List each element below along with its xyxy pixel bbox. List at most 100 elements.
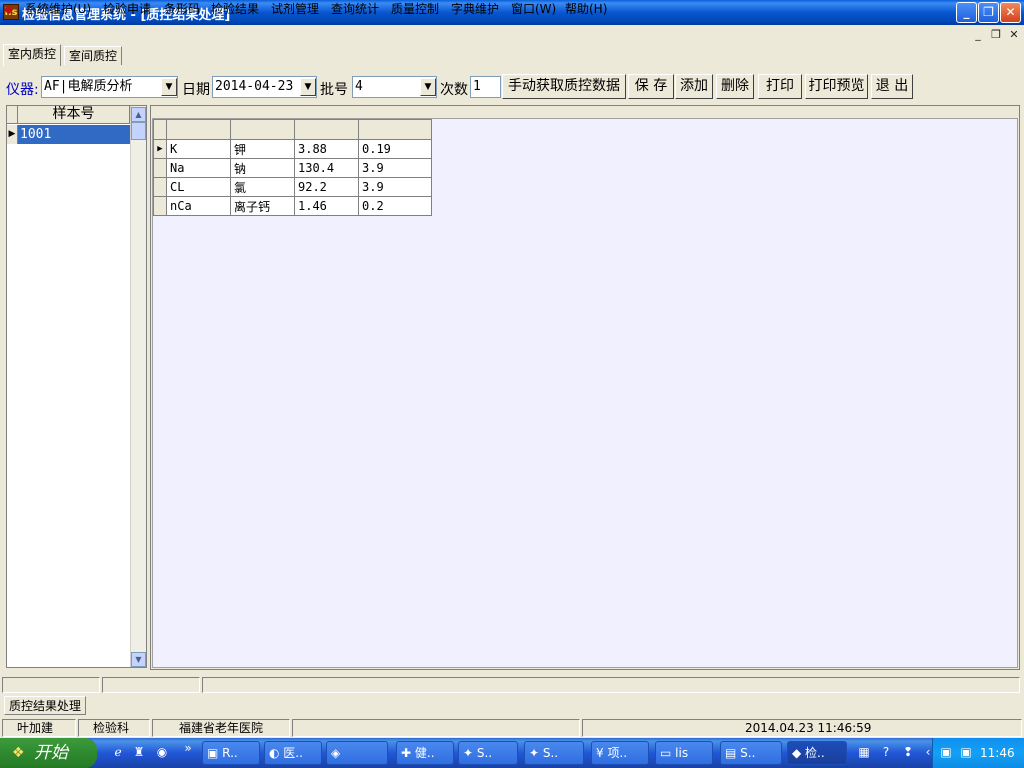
info-panel-1 [2,677,100,693]
cell-value[interactable]: 130.4 [294,158,359,178]
qc-result-table: ▶ K 钾 3.88 0.19 Na 钠 130.4 3.9 CL 氯 92.2… [153,119,432,216]
menu-barcode[interactable]: 条形码 [164,1,200,18]
menu-quality[interactable]: 质量控制 [391,1,439,18]
sample-list-corner [7,106,18,124]
task-icon: ◈ [331,746,341,760]
cell-sd[interactable]: 0.19 [358,139,432,159]
cell-value[interactable]: 3.88 [294,139,359,159]
mdi-minimize-button[interactable]: _ [970,28,986,42]
tray-icon[interactable]: ❢ [900,744,916,760]
menu-window[interactable]: 窗口(W) [511,1,556,18]
cell-name[interactable]: 钠 [230,158,295,178]
tab-external-qc[interactable]: 室间质控 [64,46,123,65]
network-icon[interactable]: ▣ [958,744,974,760]
table-row[interactable]: ▶ K 钾 3.88 0.19 [153,139,432,159]
cell-value[interactable]: 1.46 [294,196,359,216]
task-button[interactable]: ◈ [326,741,388,765]
instrument-dropdown-icon[interactable]: ▼ [161,78,177,96]
task-button[interactable]: ◐ 医.. [264,741,322,765]
task-icon: ✦ [529,746,543,760]
status-hospital: 福建省老年医院 [152,719,290,737]
cell-sd[interactable]: 0.2 [358,196,432,216]
column-header[interactable] [358,119,432,140]
task-button[interactable]: ▤ S.. [720,741,782,765]
info-panel-2 [102,677,200,693]
keyboard-icon[interactable]: ▦ [856,744,872,760]
column-header[interactable] [166,119,231,140]
mdi-close-button[interactable]: ✕ [1006,28,1022,42]
menu-dictionary[interactable]: 字典维护 [451,1,499,18]
scroll-up-icon[interactable]: ▲ [131,107,146,122]
ie-icon[interactable]: ℯ [110,744,126,760]
cell-name[interactable]: 氯 [230,177,295,197]
task-button[interactable]: ▭ lis [655,741,713,765]
batch-dropdown-icon[interactable]: ▼ [420,78,436,96]
delete-button[interactable]: 删除 [716,74,754,99]
table-row[interactable]: Na 钠 130.4 3.9 [153,158,432,178]
cell-sd[interactable]: 3.9 [358,158,432,178]
task-button[interactable]: ✚ 健.. [396,741,454,765]
add-button[interactable]: 添加 [675,74,713,99]
cell-code[interactable]: CL [166,177,231,197]
window-tab-qc-result[interactable]: 质控结果处理 [4,696,87,715]
quicklaunch-icon[interactable]: ◉ [154,744,170,760]
print-preview-button[interactable]: 打印预览 [805,74,868,99]
tray-expand-icon[interactable]: ‹ [920,744,936,760]
task-button-active[interactable]: ◆ 检.. [787,741,847,765]
clock[interactable]: 11:46 [980,738,1015,768]
scroll-thumb[interactable] [131,122,146,140]
quicklaunch-more-icon[interactable]: » [180,740,196,756]
print-button[interactable]: 打印 [758,74,802,99]
close-button[interactable]: ✕ [1000,2,1021,23]
cell-value[interactable]: 92.2 [294,177,359,197]
task-icon: ✦ [463,746,477,760]
row-indicator [153,196,167,216]
task-button[interactable]: ✦ S.. [458,741,518,765]
cell-name[interactable]: 钾 [230,139,295,159]
menu-query[interactable]: 查询统计 [331,1,379,18]
save-button[interactable]: 保 存 [628,74,674,99]
menu-help[interactable]: 帮助(H) [565,1,607,18]
menu-system[interactable]: 系统维护(U) [25,1,91,18]
cell-code[interactable]: K [166,139,231,159]
menu-results[interactable]: 检验结果 [211,1,259,18]
table-row[interactable]: CL 氯 92.2 3.9 [153,177,432,197]
task-button[interactable]: ¥ 项.. [591,741,649,765]
count-input[interactable]: 1 [470,76,501,98]
row-indicator [153,158,167,178]
exit-button[interactable]: 退 出 [871,74,913,99]
column-header[interactable] [230,119,295,140]
cell-code[interactable]: nCa [166,196,231,216]
task-button[interactable]: ✦ S.. [524,741,584,765]
cell-name[interactable]: 离子钙 [230,196,295,216]
quicklaunch-icon[interactable]: ♜ [131,744,147,760]
fetch-qc-data-button[interactable]: 手动获取质控数据 [502,74,626,99]
sample-row[interactable]: 1001 [18,125,130,144]
minimize-button[interactable]: _ [956,2,977,23]
table-row[interactable]: nCa 离子钙 1.46 0.2 [153,196,432,216]
restore-button[interactable]: ❐ [978,2,999,23]
cell-sd[interactable]: 3.9 [358,177,432,197]
task-icon: ◐ [269,746,284,760]
date-dropdown-icon[interactable]: ▼ [300,78,316,96]
sample-list-header[interactable]: 样本号 [18,106,130,124]
mdi-restore-button[interactable]: ❐ [988,28,1004,42]
cell-code[interactable]: Na [166,158,231,178]
menu-reagent[interactable]: 试剂管理 [271,1,319,18]
scroll-down-icon[interactable]: ▼ [131,652,146,667]
menu-request[interactable]: 检验申请 [103,1,151,18]
task-button[interactable]: ▣ R.. [202,741,260,765]
tab-internal-qc[interactable]: 室内质控 [3,44,62,66]
task-icon: ¥ [596,746,608,760]
row-indicator-icon: ▶ [7,125,18,144]
network-icon[interactable]: ▣ [938,744,954,760]
status-department: 检验科 [78,719,150,737]
help-icon[interactable]: ? [878,744,894,760]
instrument-select[interactable]: AF|电解质分析 [41,76,178,98]
sample-list-scrollbar[interactable] [130,106,146,667]
mdi-child-icon[interactable]: ◆ [4,2,20,17]
task-icon: ◆ [792,746,806,760]
table-header-row [153,119,432,140]
task-icon: ✚ [401,746,415,760]
column-header[interactable] [294,119,359,140]
